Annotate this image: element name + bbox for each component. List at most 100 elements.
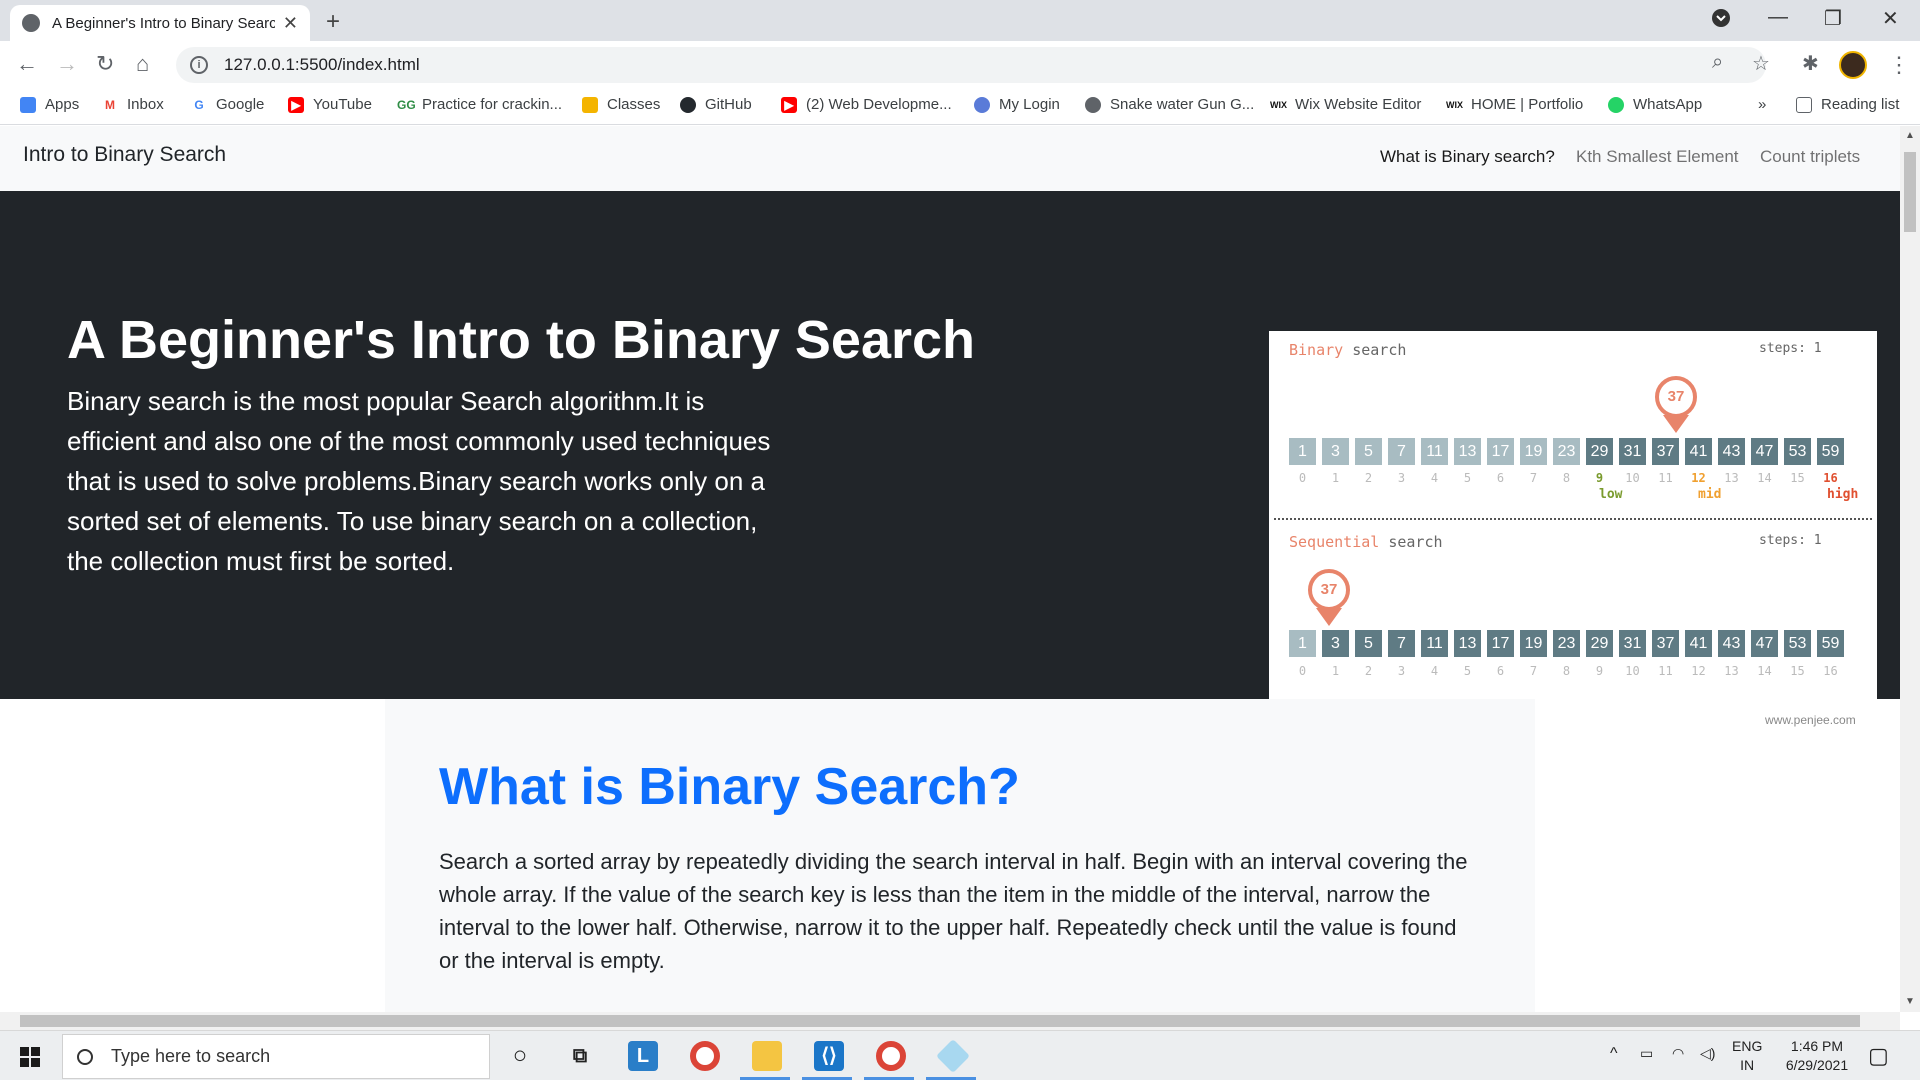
sequential-indices: 0 1 2 3 4 5 6 7 8 9 10 11 12 13 14 15 16	[1289, 664, 1844, 678]
file-explorer-icon[interactable]	[752, 1041, 782, 1071]
new-tab-icon[interactable]: +	[326, 8, 340, 36]
browser-menu-icon[interactable]: ⋮	[1888, 52, 1910, 78]
reading-list-icon	[1796, 96, 1812, 113]
array-cell: 3	[1322, 438, 1349, 465]
horizontal-scrollbar[interactable]	[0, 1012, 1900, 1030]
array-cell: 43	[1718, 438, 1745, 465]
scroll-down-arrow-icon[interactable]: ▼	[1905, 996, 1915, 1007]
array-index: 13	[1724, 664, 1739, 678]
close-tab-icon[interactable]: ✕	[283, 13, 298, 34]
array-index: 5	[1463, 664, 1472, 678]
bookmark-google[interactable]: G Google	[191, 96, 264, 113]
array-cell: 13	[1454, 438, 1481, 465]
back-icon[interactable]: ←	[16, 51, 38, 77]
vertical-scrollbar[interactable]: ▲ ▼	[1900, 126, 1920, 1012]
bookmark-github[interactable]: GitHub	[680, 96, 752, 113]
array-index: 4	[1430, 664, 1439, 678]
array-cell: 23	[1553, 438, 1580, 465]
clock[interactable]: 1:46 PM 6/29/2021	[1772, 1037, 1862, 1075]
bookmark-practice[interactable]: GG Practice for crackin...	[397, 96, 562, 113]
binary-marker-tail	[1663, 415, 1689, 433]
bookmark-inbox[interactable]: M Inbox	[102, 96, 164, 113]
task-view-icon[interactable]: ⧉	[565, 1041, 595, 1071]
array-cell: 59	[1817, 630, 1844, 657]
youtube-icon: ▶	[781, 96, 797, 113]
close-window-icon[interactable]: ✕	[1882, 6, 1899, 31]
wifi-icon[interactable]: ◠	[1672, 1045, 1684, 1062]
whatsapp-icon	[1608, 96, 1624, 113]
hero-title: A Beginner's Intro to Binary Search	[67, 310, 976, 370]
extensions-icon[interactable]: ✱	[1802, 51, 1819, 76]
bookmark-portfolio[interactable]: WIX HOME | Portfolio	[1446, 96, 1583, 113]
more-bookmarks-button[interactable]: »	[1758, 96, 1766, 113]
home-icon[interactable]: ⌂	[136, 51, 149, 77]
taskbar-search-box[interactable]: Type here to search	[62, 1034, 490, 1079]
bookmark-wix-editor[interactable]: WIX Wix Website Editor	[1270, 96, 1421, 113]
array-cell: 19	[1520, 630, 1547, 657]
scroll-up-arrow-icon[interactable]: ▲	[1905, 130, 1915, 141]
bookmark-star-icon[interactable]: ☆	[1752, 51, 1770, 76]
google-icon: G	[191, 96, 207, 113]
array-cell: 59	[1817, 438, 1844, 465]
browser-tab[interactable]: A Beginner's Intro to Binary Search ✕	[10, 5, 310, 41]
minimize-icon[interactable]: —	[1768, 6, 1788, 29]
reading-list-button[interactable]: Reading list	[1796, 96, 1899, 113]
array-index: 1	[1331, 471, 1340, 485]
tray-chevron-icon[interactable]: ^	[1610, 1045, 1618, 1063]
bookmark-apps[interactable]: Apps	[20, 96, 79, 113]
array-index: 0	[1298, 471, 1307, 485]
array-cell: 53	[1784, 630, 1811, 657]
browser-toolbar: ← → ↻ ⌂ i 127.0.0.1:5500/index.html ⌕ ☆ …	[0, 41, 1920, 89]
array-index: 6	[1496, 664, 1505, 678]
bookmark-snake-game[interactable]: Snake water Gun G...	[1085, 96, 1254, 113]
array-cell: 53	[1784, 438, 1811, 465]
array-index: 16	[1823, 664, 1838, 678]
vscode-icon[interactable]: ⟨⟩	[814, 1041, 844, 1071]
horizontal-scroll-thumb[interactable]	[20, 1015, 1860, 1027]
address-bar[interactable]: i 127.0.0.1:5500/index.html	[176, 47, 1766, 83]
windows-start-icon[interactable]	[20, 1047, 40, 1067]
bookmark-classes[interactable]: Classes	[582, 96, 660, 113]
mid-pointer-label: mid	[1698, 487, 1722, 502]
array-index: 8	[1562, 664, 1571, 678]
array-index: 2	[1364, 664, 1373, 678]
profile-avatar[interactable]	[1839, 51, 1867, 79]
search-icon	[77, 1048, 93, 1065]
cortana-icon[interactable]: ○	[505, 1041, 535, 1071]
array-cell: 31	[1619, 438, 1646, 465]
app-diamond-icon[interactable]	[936, 1039, 970, 1073]
globe-icon	[1085, 96, 1101, 113]
bookmark-web-dev[interactable]: ▶ (2) Web Developme...	[781, 96, 952, 113]
bookmark-my-login[interactable]: My Login	[974, 96, 1060, 113]
vertical-scroll-thumb[interactable]	[1904, 152, 1916, 232]
notifications-icon[interactable]: ▢	[1868, 1043, 1889, 1069]
battery-icon[interactable]: ▭	[1640, 1045, 1653, 1062]
site-info-icon[interactable]: i	[190, 56, 208, 74]
bookmark-youtube[interactable]: ▶ YouTube	[288, 96, 372, 113]
nav-link-kth-smallest[interactable]: Kth Smallest Element	[1576, 147, 1739, 167]
app-l-icon[interactable]: L	[628, 1041, 658, 1071]
zoom-icon[interactable]: ⌕	[1712, 51, 1723, 74]
sequential-array: 1 3 5 7 11 13 17 19 23 29 31 37 41 43 47 53 59	[1289, 630, 1844, 657]
array-index: 2	[1364, 471, 1373, 485]
bookmark-whatsapp[interactable]: WhatsApp	[1608, 96, 1702, 113]
array-index: 15	[1790, 471, 1805, 485]
array-cell: 11	[1421, 438, 1448, 465]
restore-icon[interactable]: ❐	[1824, 6, 1842, 31]
binary-target-marker: 37	[1655, 376, 1697, 418]
chrome-icon-2[interactable]	[876, 1041, 906, 1071]
language-indicator[interactable]: ENG IN	[1732, 1037, 1762, 1075]
nav-link-what-is-binary-search[interactable]: What is Binary search?	[1380, 147, 1555, 167]
tab-search-icon[interactable]	[1712, 9, 1730, 33]
array-cell: 23	[1553, 630, 1580, 657]
reload-icon[interactable]: ↻	[96, 51, 114, 77]
array-index: 12	[1691, 664, 1706, 678]
nav-link-count-triplets[interactable]: Count triplets	[1760, 147, 1860, 167]
array-index: 4	[1430, 471, 1439, 485]
low-pointer-label: low	[1599, 487, 1623, 502]
navbar-brand[interactable]: Intro to Binary Search	[23, 143, 226, 167]
forward-icon[interactable]: →	[56, 51, 78, 77]
chrome-icon[interactable]	[690, 1041, 720, 1071]
volume-icon[interactable]: ◁)	[1700, 1045, 1715, 1062]
wix-icon: WIX	[1270, 96, 1287, 113]
